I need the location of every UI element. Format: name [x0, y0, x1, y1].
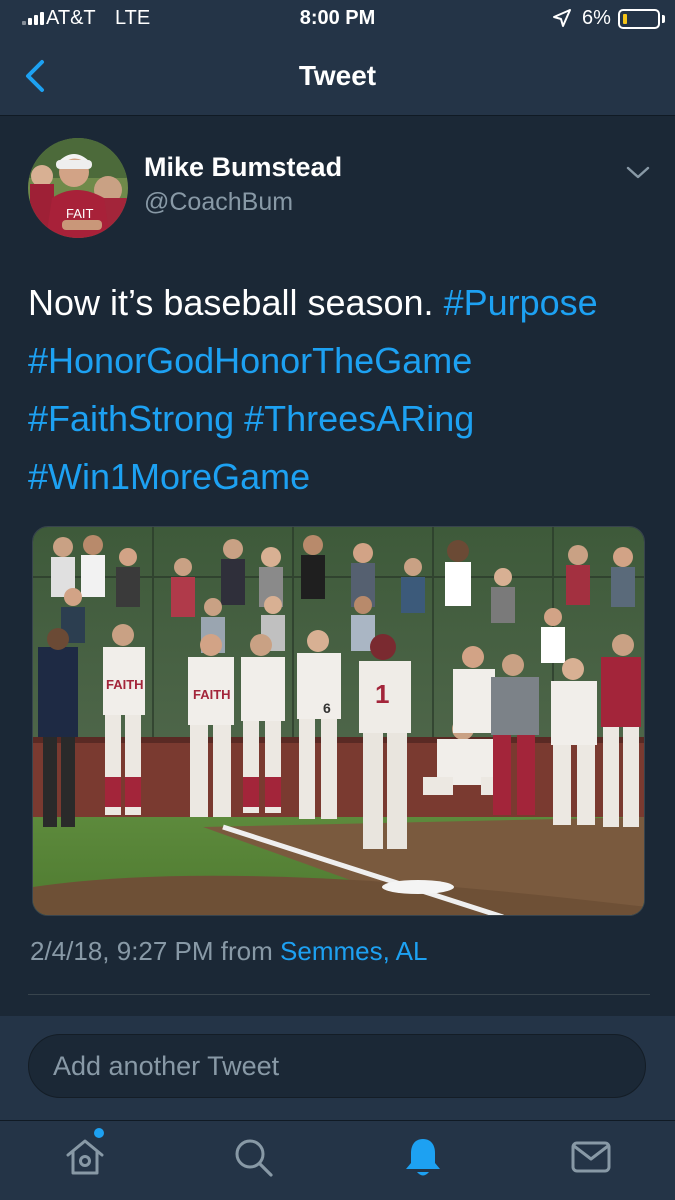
divider [28, 994, 650, 995]
add-tweet-input[interactable]: Add another Tweet [28, 1034, 646, 1098]
author-name[interactable]: Mike Bumstead [144, 152, 342, 183]
messages-icon[interactable] [569, 1135, 613, 1179]
search-icon[interactable] [231, 1135, 275, 1179]
hashtag-link[interactable]: #Win1MoreGame [28, 456, 310, 497]
svg-text:1: 1 [375, 679, 389, 709]
home-icon[interactable] [63, 1135, 107, 1179]
hashtag-link[interactable]: #ThreesARing [244, 398, 474, 439]
nav-bar: Tweet [0, 40, 675, 116]
status-time: 8:00 PM [299, 7, 376, 29]
chevron-down-icon[interactable] [624, 160, 652, 184]
tweet-text-lead: Now it’s baseball season. [28, 282, 434, 323]
tweet-photo[interactable]: FAITH FAITH 6 1 [32, 526, 645, 916]
tweet-timestamp: 2/4/18, 9:27 PM [30, 936, 214, 966]
author-handle[interactable]: @CoachBum [144, 188, 293, 217]
battery-percent: 6% [582, 7, 611, 29]
reply-bar: Add another Tweet [0, 1016, 675, 1120]
avatar[interactable]: FAIT [28, 138, 128, 238]
tweet-location-link[interactable]: Semmes, AL [280, 936, 427, 966]
svg-text:FAITH: FAITH [193, 687, 231, 702]
svg-text:6: 6 [323, 700, 331, 716]
notifications-icon[interactable] [401, 1135, 445, 1179]
tweet-text: Now it’s baseball season. #Purpose #Hono… [28, 274, 653, 506]
page-title: Tweet [298, 60, 377, 91]
svg-text:FAIT: FAIT [66, 206, 94, 221]
svg-text:FAITH: FAITH [106, 677, 144, 692]
status-bar: AT&T LTE 8:00 PM 6% [0, 0, 675, 40]
location-arrow-icon [553, 9, 571, 27]
from-label: from [220, 936, 273, 966]
tweet-meta: 2/4/18, 9:27 PM from Semmes, AL [30, 936, 427, 967]
home-notification-dot [94, 1128, 104, 1138]
battery-nub [662, 15, 665, 23]
hashtag-link[interactable]: #Purpose [444, 282, 598, 323]
battery-icon [618, 9, 660, 29]
hashtag-link[interactable]: #HonorGodHonorTheGame [28, 340, 472, 381]
hashtag-link[interactable]: #FaithStrong [28, 398, 234, 439]
